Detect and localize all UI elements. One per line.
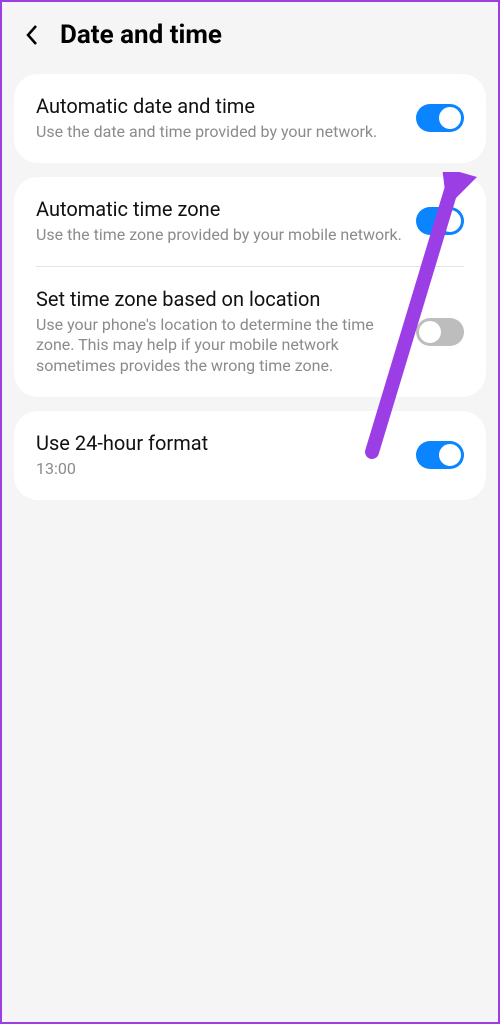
row-title: Use 24-hour format	[36, 431, 404, 456]
row-desc: Use the date and time provided by your n…	[36, 122, 404, 143]
card-auto-datetime: Automatic date and time Use the date and…	[14, 74, 486, 163]
row-text: Automatic date and time Use the date and…	[36, 94, 416, 143]
row-desc: Use your phone's location to determine t…	[36, 315, 404, 377]
row-desc: 13:00	[36, 459, 404, 480]
row-text: Use 24-hour format 13:00	[36, 431, 416, 480]
card-24hour: Use 24-hour format 13:00	[14, 411, 486, 500]
row-title: Automatic date and time	[36, 94, 404, 119]
row-location-timezone[interactable]: Set time zone based on location Use your…	[14, 267, 486, 397]
row-text: Automatic time zone Use the time zone pr…	[36, 197, 416, 246]
row-title: Automatic time zone	[36, 197, 404, 222]
toggle-auto-timezone[interactable]	[416, 207, 464, 235]
row-auto-timezone[interactable]: Automatic time zone Use the time zone pr…	[14, 177, 486, 266]
back-icon[interactable]	[22, 25, 42, 45]
header: Date and time	[2, 2, 498, 74]
row-auto-datetime[interactable]: Automatic date and time Use the date and…	[14, 74, 486, 163]
row-desc: Use the time zone provided by your mobil…	[36, 225, 404, 246]
page-title: Date and time	[60, 20, 222, 50]
row-24hour[interactable]: Use 24-hour format 13:00	[14, 411, 486, 500]
toggle-location-timezone[interactable]	[416, 318, 464, 346]
toggle-24hour[interactable]	[416, 441, 464, 469]
card-timezone: Automatic time zone Use the time zone pr…	[14, 177, 486, 397]
row-title: Set time zone based on location	[36, 287, 404, 312]
toggle-auto-datetime[interactable]	[416, 104, 464, 132]
row-text: Set time zone based on location Use your…	[36, 287, 416, 377]
